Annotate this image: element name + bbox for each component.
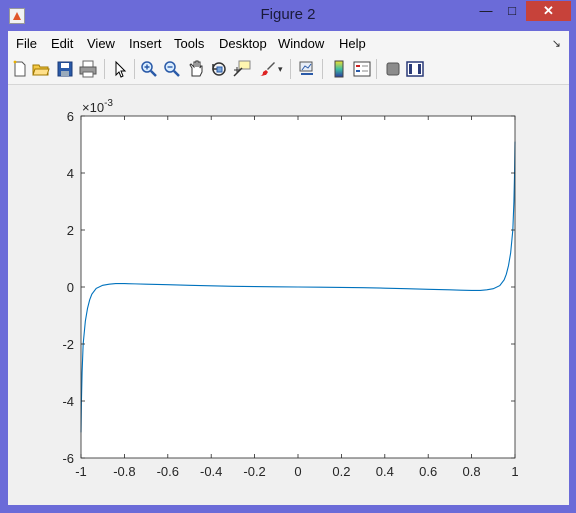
y-exponent-label: ×10-3	[82, 98, 113, 115]
x-tick-label: -0.2	[243, 464, 265, 479]
menu-desktop[interactable]: Desktop	[219, 36, 267, 51]
show-plot-tools-icon[interactable]	[406, 60, 424, 78]
menu-insert[interactable]: Insert	[129, 36, 162, 51]
print-icon[interactable]	[79, 60, 97, 78]
x-tick-label: -1	[75, 464, 87, 479]
x-tick-label: 0.6	[419, 464, 437, 479]
insert-legend-icon[interactable]	[353, 60, 371, 78]
rotate-3d-icon[interactable]	[210, 60, 228, 78]
menu-file[interactable]: File	[16, 36, 37, 51]
y-tick-label: 4	[67, 166, 74, 181]
x-tick-label: 0.8	[463, 464, 481, 479]
y-tick-label: 0	[67, 280, 74, 295]
y-tick-label: -4	[62, 394, 74, 409]
minimize-button[interactable]: —	[473, 1, 499, 21]
x-tick-label: -0.4	[200, 464, 222, 479]
menu-edit[interactable]: Edit	[51, 36, 73, 51]
y-exponent-power: -3	[104, 98, 113, 109]
x-tick-label: 0	[294, 464, 301, 479]
save-icon[interactable]	[56, 60, 74, 78]
y-tick-label: -2	[62, 337, 74, 352]
new-figure-icon[interactable]	[11, 60, 29, 78]
brush-icon[interactable]	[258, 60, 276, 78]
x-tick-label: -0.8	[113, 464, 135, 479]
zoom-out-icon[interactable]	[163, 60, 181, 78]
close-button[interactable]: ✕	[526, 1, 571, 21]
menu-help[interactable]: Help	[339, 36, 366, 51]
data-cursor-icon[interactable]	[233, 60, 251, 78]
toolbar-separator	[322, 59, 323, 79]
y-exponent-base: ×10	[82, 100, 104, 115]
axes-plot[interactable]: -1 -0.8 -0.6 -0.4 -0.2 0 0.2 0.4 0.6 0.8 1 -6 -4 -2 0 2…	[8, 85, 569, 505]
figure-window: Figure 2 — □ ✕ File Edit View Insert Too…	[0, 0, 576, 513]
menu-bar: File Edit View Insert Tools Desktop Wind…	[8, 31, 569, 54]
maximize-button[interactable]: □	[499, 1, 525, 21]
insert-colorbar-icon[interactable]	[330, 60, 348, 78]
menu-tools[interactable]: Tools	[174, 36, 204, 51]
x-tick-label: 0.2	[332, 464, 350, 479]
hide-plot-tools-icon[interactable]	[384, 60, 402, 78]
figure-canvas: -1 -0.8 -0.6 -0.4 -0.2 0 0.2 0.4 0.6 0.8 1 -6 -4 -2 0 2…	[8, 85, 569, 505]
menu-window[interactable]: Window	[278, 36, 324, 51]
title-bar[interactable]: Figure 2 — □ ✕	[0, 0, 576, 31]
edit-plot-icon[interactable]	[111, 60, 129, 78]
toolbar-separator	[134, 59, 135, 79]
pan-icon[interactable]	[187, 60, 205, 78]
y-tick-label: 2	[67, 223, 74, 238]
toolbar-separator	[104, 59, 105, 79]
open-file-icon[interactable]	[32, 60, 50, 78]
y-tick-label: -6	[62, 451, 74, 466]
toolbar-separator	[290, 59, 291, 79]
x-tick-label: 0.4	[376, 464, 394, 479]
y-tick-label: 6	[67, 109, 74, 124]
figure-toolbar: ▾	[8, 54, 569, 85]
menu-view[interactable]: View	[87, 36, 115, 51]
x-tick-label: 1	[511, 464, 518, 479]
link-plot-icon[interactable]	[298, 60, 316, 78]
figure-client-area: File Edit View Insert Tools Desktop Wind…	[8, 31, 569, 505]
toolbar-separator	[376, 59, 377, 79]
brush-dropdown-icon[interactable]: ▾	[278, 64, 283, 75]
dock-arrow-icon[interactable]: ↘	[552, 37, 561, 50]
x-tick-label: -0.6	[157, 464, 179, 479]
zoom-in-icon[interactable]	[140, 60, 158, 78]
